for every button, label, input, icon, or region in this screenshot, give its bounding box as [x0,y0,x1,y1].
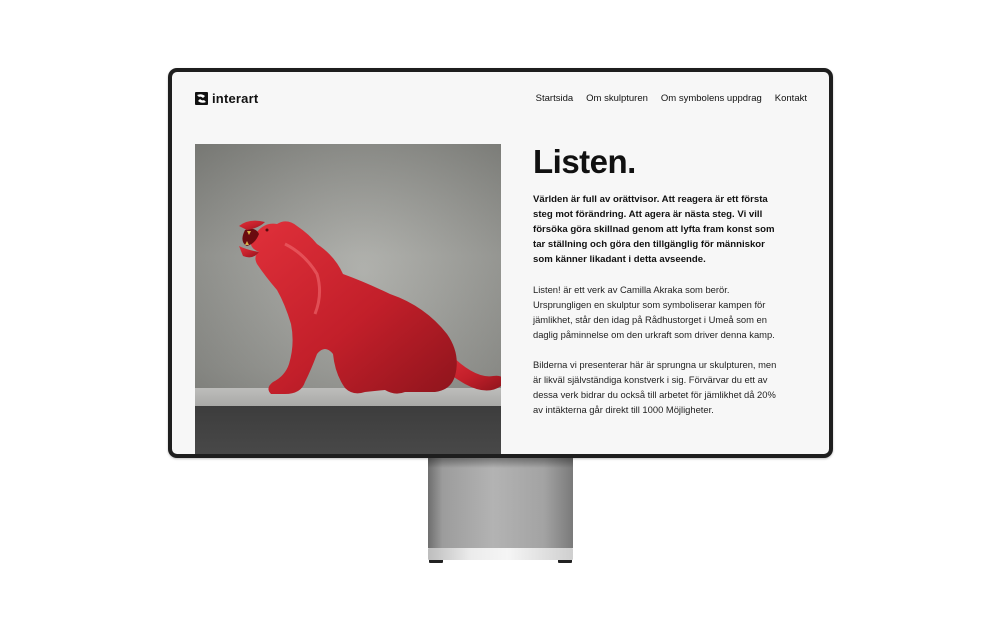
hero-image [195,144,501,454]
monitor-frame: interart Startsida Om skulpturen Om symb… [168,68,833,458]
main-nav: Startsida Om skulpturen Om symbolens upp… [536,93,807,104]
nav-item-startsida[interactable]: Startsida [536,93,574,104]
stand-foot-right [558,560,572,563]
page-title: Listen. [533,143,636,180]
website-screen: interart Startsida Om skulpturen Om symb… [172,72,829,454]
body-paragraph-2: Bilderna vi presenterar här är sprungna … [533,359,777,416]
content-column: Listen. Världen är full av orättvisor. A… [533,143,783,417]
nav-item-om-symbolens-uppdrag[interactable]: Om symbolens uppdrag [661,93,762,104]
body-paragraph-1: Listen! är ett verk av Camilla Akraka so… [533,284,775,341]
red-panther-sculpture [239,220,501,394]
intro-text: Världen är full av orättvisor. Att reage… [533,194,775,266]
logo-text: interart [212,91,259,106]
nav-item-kontakt[interactable]: Kontakt [775,93,807,104]
pedestal-front [195,406,501,454]
site-logo[interactable]: interart [195,91,258,106]
stand-foot-left [429,560,443,563]
nav-item-om-skulpturen[interactable]: Om skulpturen [586,93,648,104]
monitor-stand [428,458,573,548]
monitor-stand-base [428,548,573,560]
logo-icon [195,92,208,105]
